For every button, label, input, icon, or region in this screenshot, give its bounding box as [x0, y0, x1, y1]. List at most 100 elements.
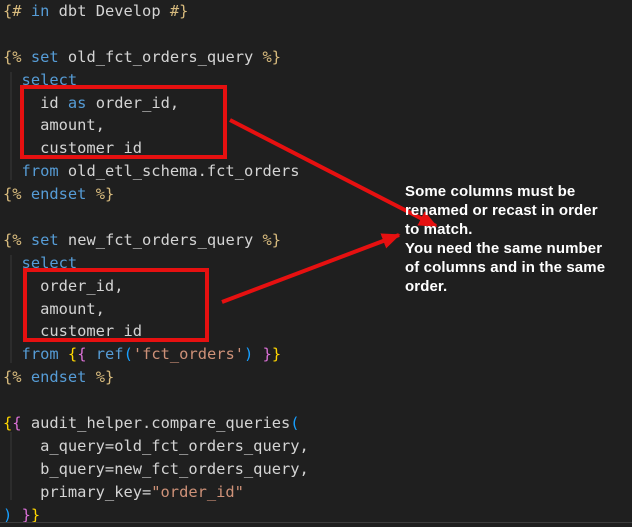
code-token [22, 48, 31, 66]
code-token [253, 231, 262, 249]
code-token [59, 345, 68, 363]
code-token-j: %} [96, 368, 115, 386]
code-token-j: #} [170, 2, 189, 20]
code-token: amount, [3, 116, 105, 134]
code-editor[interactable]: {# in dbt Develop #} {% set old_fct_orde… [3, 0, 309, 526]
note-line: of columns and in the same [405, 258, 632, 277]
code-token-k: as [68, 94, 87, 112]
code-token-b2: } [22, 506, 31, 524]
code-token-b2: { [12, 414, 21, 432]
code-token [253, 345, 262, 363]
code-line: {% endset %} [3, 183, 309, 206]
code-token: order_id, [3, 277, 123, 295]
note-line: order. [405, 277, 632, 296]
code-token: dbt Develop [59, 2, 161, 20]
code-line: b_query=new_fct_orders_query, [3, 458, 309, 481]
code-token [253, 48, 262, 66]
code-token: old_fct_orders_query [68, 48, 253, 66]
code-token-j: %} [263, 231, 282, 249]
code-token-b3: ( [290, 414, 299, 432]
code-token-j: {% [3, 48, 22, 66]
code-line: customer_id [3, 320, 309, 343]
code-token: amount, [3, 300, 105, 318]
code-token [59, 231, 68, 249]
code-token-b1: } [31, 506, 40, 524]
code-line: select [3, 69, 309, 92]
code-token: customer_id [3, 322, 142, 340]
code-token: b_query=new_fct_orders_query, [3, 460, 309, 478]
code-token: a_query=old_fct_orders_query, [3, 437, 309, 455]
code-token [86, 185, 95, 203]
code-line [3, 206, 309, 229]
code-token-j: {# [3, 2, 22, 20]
code-token-j: {% [3, 368, 22, 386]
code-token-k: from [22, 345, 59, 363]
code-line: amount, [3, 114, 309, 137]
code-token-k: ref [96, 345, 124, 363]
code-token-b1: { [68, 345, 77, 363]
code-line [3, 389, 309, 412]
code-token-k: endset [31, 185, 87, 203]
code-token-b1: { [3, 414, 12, 432]
note-line: to match. [405, 220, 632, 239]
code-token [3, 71, 22, 89]
code-line: from {{ ref('fct_orders') }} [3, 343, 309, 366]
code-line: {# in dbt Develop #} [3, 0, 309, 23]
code-token [86, 368, 95, 386]
code-token: primary_key= [3, 483, 151, 501]
code-token-b2: } [263, 345, 272, 363]
code-token-k: set [31, 48, 59, 66]
code-token [86, 94, 95, 112]
code-line: primary_key="order_id" [3, 481, 309, 504]
code-token [3, 162, 22, 180]
code-token [49, 2, 58, 20]
code-line: {% endset %} [3, 366, 309, 389]
code-line: customer_id [3, 137, 309, 160]
code-token-j: %} [96, 185, 115, 203]
code-line [3, 23, 309, 46]
code-token [3, 345, 22, 363]
code-token [59, 162, 68, 180]
code-line: select [3, 252, 309, 275]
code-token [22, 231, 31, 249]
code-token-j: {% [3, 231, 22, 249]
code-token [59, 94, 68, 112]
code-line: amount, [3, 298, 309, 321]
code-token: old_etl_schema.fct_orders [68, 162, 300, 180]
code-token: audit_helper.compare_queries [31, 414, 290, 432]
code-line: {{ audit_helper.compare_queries( [3, 412, 309, 435]
code-token [86, 345, 95, 363]
code-token [22, 414, 31, 432]
code-token [22, 185, 31, 203]
code-token: customer_id [3, 139, 142, 157]
code-line: from old_etl_schema.fct_orders [3, 160, 309, 183]
note-line: You need the same number [405, 239, 632, 258]
code-token-b3: ) [244, 345, 253, 363]
code-token-k: set [31, 231, 59, 249]
code-token [12, 506, 21, 524]
code-token [59, 48, 68, 66]
code-token-b3: ) [3, 506, 12, 524]
editor-bottom-divider [0, 522, 632, 523]
note-line: Some columns must be [405, 182, 632, 201]
code-token: new_fct_orders_query [68, 231, 253, 249]
code-token [161, 2, 170, 20]
annotation-note: Some columns must berenamed or recast in… [405, 182, 632, 296]
code-token-s: 'fct_orders' [133, 345, 244, 363]
code-token: order_id, [96, 94, 179, 112]
code-line: {% set new_fct_orders_query %} [3, 229, 309, 252]
code-token-j: %} [263, 48, 282, 66]
code-token-j: {% [3, 185, 22, 203]
code-token-k: from [22, 162, 59, 180]
code-token-b3: ( [124, 345, 133, 363]
code-line: order_id, [3, 275, 309, 298]
code-line: a_query=old_fct_orders_query, [3, 435, 309, 458]
code-token: id [40, 94, 59, 112]
code-line: ) }} [3, 504, 309, 527]
code-token-k: select [22, 71, 78, 89]
code-token [22, 368, 31, 386]
code-token-s: "order_id" [151, 483, 244, 501]
code-token [3, 254, 22, 272]
code-token [3, 94, 40, 112]
code-token-b1: } [272, 345, 281, 363]
